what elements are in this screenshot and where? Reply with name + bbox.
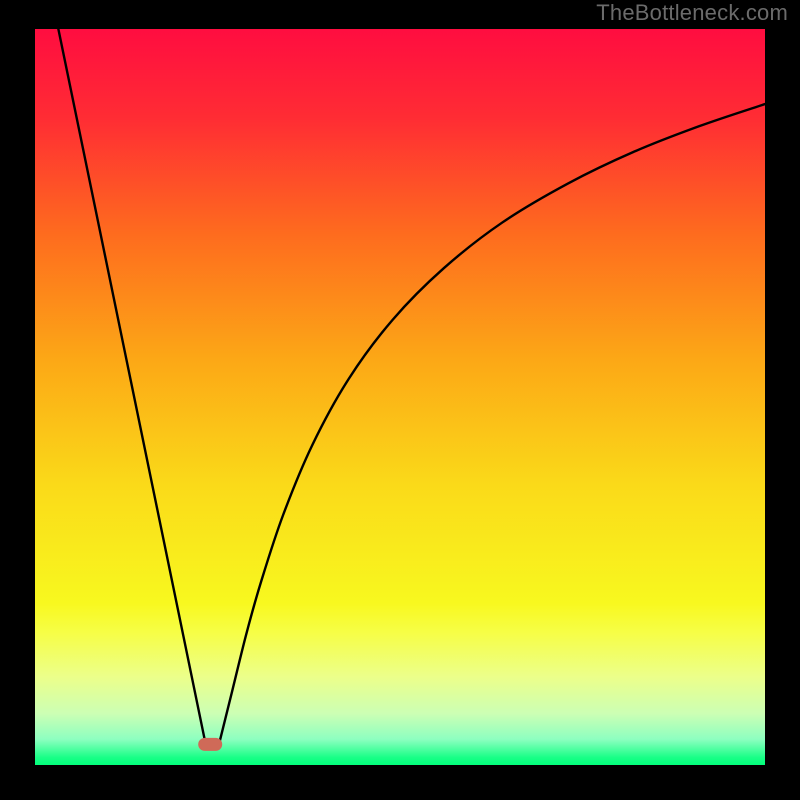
watermark-label: TheBottleneck.com <box>596 0 788 26</box>
plot-area <box>35 29 765 765</box>
chart-frame: TheBottleneck.com <box>0 0 800 800</box>
marker-group <box>198 738 222 751</box>
gradient-background <box>35 29 765 765</box>
minimum-marker <box>198 738 222 751</box>
chart-svg <box>35 29 765 765</box>
